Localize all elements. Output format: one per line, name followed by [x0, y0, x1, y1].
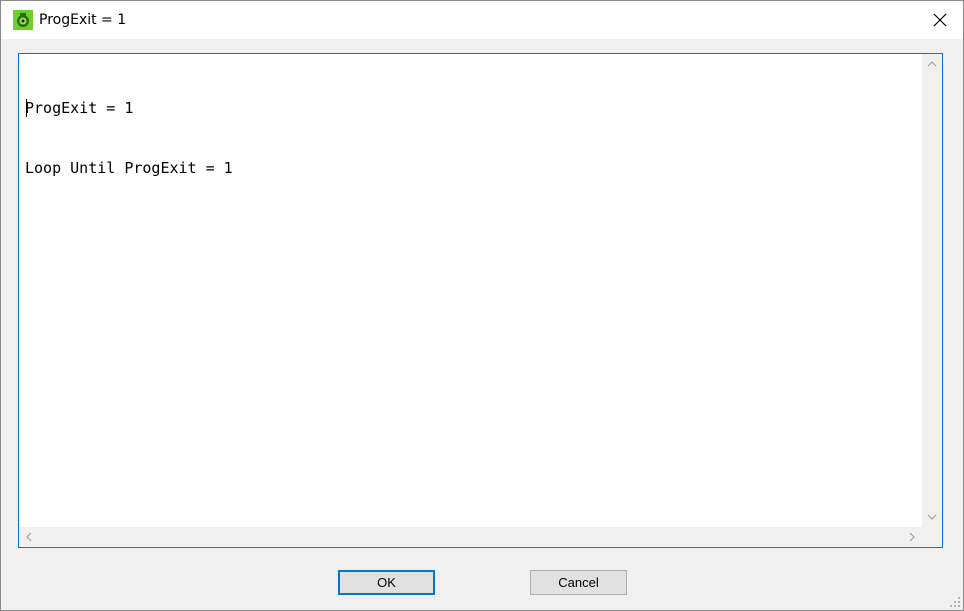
ok-button[interactable]: OK — [338, 570, 435, 595]
code-line: Loop Until ProgExit = 1 — [25, 159, 233, 177]
app-icon — [13, 10, 33, 30]
window-title: ProgExit = 1 — [39, 12, 127, 28]
chevron-up-icon[interactable] — [927, 60, 937, 67]
text-caret — [26, 99, 27, 117]
dialog-window: ProgExit = 1 ProgExit = 1 Loop Until Pro… — [0, 0, 964, 611]
scrollbar-corner — [922, 527, 942, 547]
chevron-down-icon[interactable] — [927, 514, 937, 521]
cancel-button[interactable]: Cancel — [530, 570, 627, 595]
code-text-area[interactable]: ProgExit = 1 Loop Until ProgExit = 1 — [25, 58, 915, 518]
vertical-scrollbar[interactable] — [922, 54, 942, 527]
close-icon — [933, 13, 947, 27]
horizontal-scrollbar[interactable] — [19, 527, 922, 547]
title-bar[interactable]: ProgExit = 1 — [1, 1, 963, 39]
close-button[interactable] — [917, 1, 963, 39]
code-line: ProgExit = 1 — [25, 99, 134, 117]
resize-grip-icon[interactable] — [949, 596, 961, 608]
chevron-left-icon[interactable] — [25, 532, 32, 542]
chevron-right-icon[interactable] — [909, 532, 916, 542]
code-editor[interactable]: ProgExit = 1 Loop Until ProgExit = 1 — [18, 53, 943, 548]
